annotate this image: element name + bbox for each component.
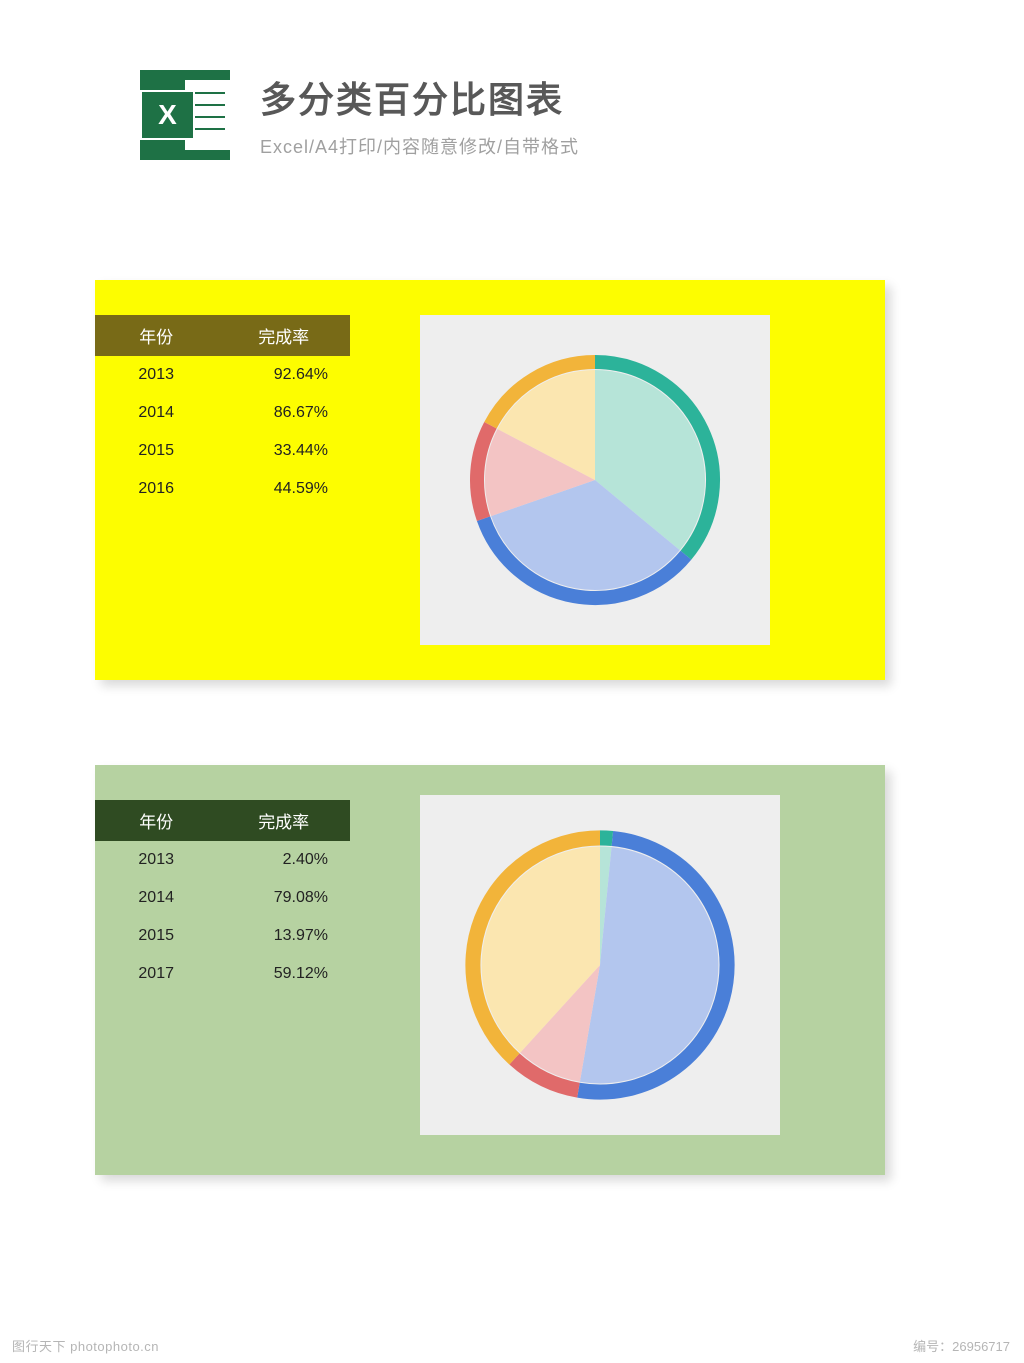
cell-year: 2017 bbox=[95, 955, 217, 993]
pie-ring-segment bbox=[600, 838, 612, 839]
cell-rate: 79.08% bbox=[217, 879, 350, 917]
watermark-serial: 编号：26956717 bbox=[913, 1336, 1010, 1355]
col-year: 年份 bbox=[95, 800, 217, 841]
col-year: 年份 bbox=[95, 315, 217, 356]
panel-a: 年份 完成率 201392.64% 201486.67% 201533.44% … bbox=[95, 280, 885, 680]
title-block: 多分类百分比图表 Excel/A4打印/内容随意修改/自带格式 bbox=[260, 71, 579, 159]
pie-chart-b bbox=[460, 825, 740, 1105]
watermark: 图行天下 photophoto.cn bbox=[12, 1336, 159, 1355]
cell-year: 2015 bbox=[95, 432, 217, 470]
table-row: 20132.40% bbox=[95, 841, 350, 879]
table-row: 201533.44% bbox=[95, 432, 350, 470]
cell-year: 2014 bbox=[95, 879, 217, 917]
table-row: 201644.59% bbox=[95, 470, 350, 508]
excel-x-letter: X bbox=[140, 90, 195, 140]
table-row: 201513.97% bbox=[95, 917, 350, 955]
excel-icon: X bbox=[140, 70, 230, 160]
cell-year: 2013 bbox=[95, 841, 217, 879]
cell-rate: 13.97% bbox=[217, 917, 350, 955]
cell-rate: 86.67% bbox=[217, 394, 350, 432]
page-header: X 多分类百分比图表 Excel/A4打印/内容随意修改/自带格式 bbox=[0, 0, 1024, 160]
table-row: 201759.12% bbox=[95, 955, 350, 993]
cell-rate: 2.40% bbox=[217, 841, 350, 879]
cell-rate: 44.59% bbox=[217, 470, 350, 508]
cell-rate: 33.44% bbox=[217, 432, 350, 470]
cell-year: 2016 bbox=[95, 470, 217, 508]
pie-chart-a bbox=[465, 350, 725, 610]
col-rate: 完成率 bbox=[217, 315, 350, 356]
table-header-row: 年份 完成率 bbox=[95, 800, 350, 841]
page-subtitle: Excel/A4打印/内容随意修改/自带格式 bbox=[260, 133, 579, 159]
watermark-site: 图行天下 photophoto.cn bbox=[12, 1339, 159, 1354]
cell-rate: 59.12% bbox=[217, 955, 350, 993]
panel-b-chart-box bbox=[420, 795, 780, 1135]
panel-a-chart-box bbox=[420, 315, 770, 645]
table-row: 201486.67% bbox=[95, 394, 350, 432]
panel-b-table: 年份 完成率 20132.40% 201479.08% 201513.97% 2… bbox=[95, 800, 350, 993]
table-row: 201479.08% bbox=[95, 879, 350, 917]
cell-rate: 92.64% bbox=[217, 356, 350, 394]
cell-year: 2015 bbox=[95, 917, 217, 955]
table-row: 201392.64% bbox=[95, 356, 350, 394]
panel-b: 年份 完成率 20132.40% 201479.08% 201513.97% 2… bbox=[95, 765, 885, 1175]
serial-label: 编号： bbox=[913, 1339, 952, 1354]
page-title: 多分类百分比图表 bbox=[260, 71, 579, 123]
cell-year: 2013 bbox=[95, 356, 217, 394]
panel-a-table: 年份 完成率 201392.64% 201486.67% 201533.44% … bbox=[95, 315, 350, 508]
serial-number: 26956717 bbox=[952, 1339, 1010, 1354]
cell-year: 2014 bbox=[95, 394, 217, 432]
table-header-row: 年份 完成率 bbox=[95, 315, 350, 356]
col-rate: 完成率 bbox=[217, 800, 350, 841]
